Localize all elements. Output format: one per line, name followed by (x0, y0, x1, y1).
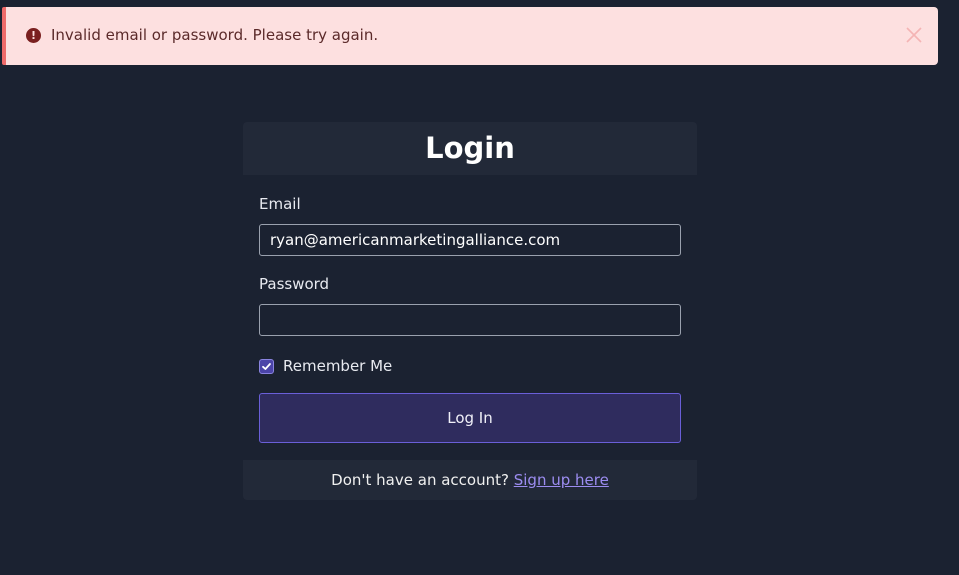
email-field[interactable] (259, 224, 681, 256)
login-card: Login Email Password Remember Me Log In … (243, 122, 697, 500)
signup-link[interactable]: Sign up here (514, 471, 609, 489)
alert-message: Invalid email or password. Please try ag… (51, 26, 379, 44)
card-header: Login (243, 122, 697, 175)
remember-me-label: Remember Me (283, 357, 393, 375)
remember-me-checkbox[interactable]: Remember Me (259, 357, 392, 375)
password-label: Password (259, 275, 330, 293)
password-field[interactable] (259, 304, 681, 336)
footer-text: Don't have an account? (331, 471, 509, 489)
checkbox-checked-icon[interactable] (259, 358, 274, 374)
card-footer: Don't have an account? Sign up here (243, 460, 697, 500)
close-icon[interactable] (904, 25, 924, 45)
login-button[interactable]: Log In (259, 393, 681, 443)
page-title: Login (425, 131, 515, 165)
error-alert: ! Invalid email or password. Please try … (2, 7, 938, 65)
email-label: Email (259, 195, 301, 213)
exclamation-icon: ! (26, 28, 41, 43)
